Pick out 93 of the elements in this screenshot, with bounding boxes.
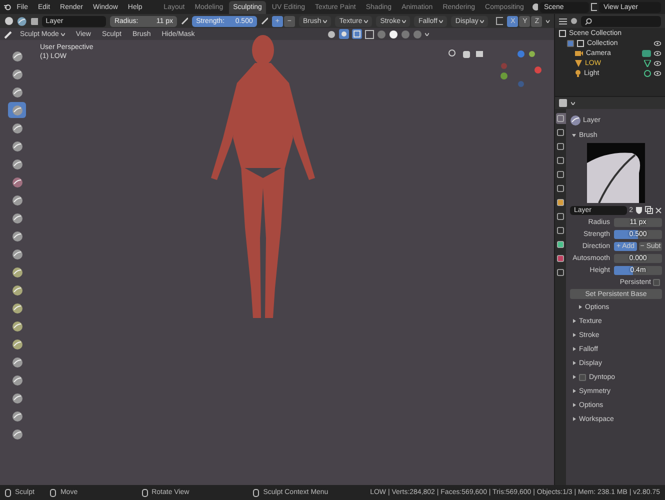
disclosure-triangle-icon [572, 389, 576, 393]
sculpt-tool-button[interactable] [8, 102, 26, 118]
caret-icon [364, 20, 368, 22]
brush-sphere-icon [12, 122, 22, 134]
disclosure-triangle-icon [572, 133, 576, 137]
disclosure-triangle-icon [572, 403, 576, 407]
brush-sphere-icon [12, 140, 22, 152]
properties-tab[interactable] [556, 127, 566, 138]
brush-sphere-icon [12, 356, 22, 368]
caret-icon [323, 20, 328, 22]
shading-mode-icon[interactable] [389, 30, 398, 38]
brush-sphere-icon [12, 266, 22, 278]
brush-sphere-icon [570, 114, 581, 126]
brush-sphere-icon [12, 50, 22, 62]
brush-sphere-icon [12, 338, 22, 350]
caret-icon [571, 102, 575, 104]
search-field[interactable] [581, 16, 661, 26]
close-icon[interactable] [655, 206, 662, 214]
brush-sphere-icon [12, 86, 22, 98]
eye-icon[interactable] [654, 60, 661, 66]
light-data-icon [644, 70, 651, 76]
properties-tab[interactable] [556, 183, 566, 194]
mouse-icon [5, 488, 11, 496]
eye-icon[interactable] [654, 70, 661, 76]
disclosure-triangle-icon [572, 417, 576, 421]
scene-icon[interactable] [532, 3, 538, 11]
xray-icon[interactable] [352, 29, 362, 39]
search-icon [585, 18, 592, 24]
caret-icon [402, 20, 406, 22]
properties-tab[interactable] [556, 253, 566, 264]
properties-tab[interactable] [556, 141, 566, 152]
brush-sphere-icon [12, 68, 22, 80]
properties-tab[interactable] [556, 267, 566, 278]
brush-sphere-icon [12, 410, 22, 422]
navigation-gizmo-drawing[interactable] [498, 48, 544, 88]
mesh-data-icon [644, 60, 651, 66]
duplicate-icon[interactable] [645, 206, 653, 214]
pen-pressure-icon[interactable] [181, 17, 188, 25]
properties-tab[interactable] [556, 239, 566, 250]
shield-icon[interactable] [635, 206, 643, 214]
pen-pressure-icon[interactable] [260, 17, 268, 25]
brush-sphere-icon [12, 392, 22, 404]
xray-toggle-icon[interactable] [365, 30, 374, 38]
checkbox[interactable] [567, 40, 574, 46]
caret-icon [546, 20, 550, 22]
mouse-icon [253, 488, 260, 496]
disclosure-triangle-icon [572, 319, 576, 323]
caret-icon [60, 32, 65, 36]
caret-icon [425, 32, 429, 36]
brush-sphere-icon [12, 302, 22, 314]
eye-icon[interactable] [654, 50, 661, 56]
disclosure-triangle-icon [572, 361, 576, 365]
mouse-icon [142, 488, 148, 496]
brush-sphere-icon [12, 284, 22, 296]
brush-sphere-icon [12, 320, 22, 332]
brush-sphere-icon [12, 428, 22, 440]
properties-tab[interactable] [556, 225, 566, 236]
mouse-icon [50, 488, 56, 496]
caret-icon [439, 20, 444, 22]
eye-icon[interactable] [654, 40, 661, 46]
mirror-icon[interactable] [496, 17, 504, 25]
disclosure-triangle-icon [572, 375, 576, 379]
camera-icon [575, 50, 583, 56]
scene-collection-icon [559, 30, 566, 36]
triangle-mesh-icon [575, 60, 582, 66]
brush-sphere-icon [12, 104, 22, 116]
checkbox[interactable] [653, 278, 660, 286]
disclosure-triangle-icon [578, 305, 582, 309]
brush-sphere-icon [12, 158, 22, 170]
brush-tool-icon[interactable] [4, 16, 13, 26]
properties-tab[interactable] [556, 155, 566, 166]
brush-sphere-icon [16, 16, 27, 26]
brush-sphere-icon [12, 176, 22, 188]
collection-icon [577, 40, 584, 46]
brush-preview-drawing[interactable] [587, 143, 645, 203]
list-icon[interactable] [559, 18, 567, 24]
brush-mode-icon[interactable] [4, 30, 13, 38]
properties-tab[interactable] [556, 197, 566, 208]
light-bulb-icon [575, 70, 581, 76]
brush-sphere-icon [12, 212, 22, 224]
properties-tab[interactable] [556, 113, 566, 124]
caret-icon [480, 20, 484, 22]
brush-sphere-icon [12, 230, 22, 242]
disclosure-triangle-icon [572, 347, 576, 351]
disclosure-triangle-icon [572, 333, 576, 337]
properties-tab[interactable] [556, 169, 566, 180]
brush-sphere-icon [12, 374, 22, 386]
brush-sphere-icon [12, 248, 22, 260]
brush-sphere-icon [12, 194, 22, 206]
properties-tab[interactable] [556, 211, 566, 222]
overlay-icon[interactable] [339, 29, 349, 39]
camera-data-icon [642, 50, 651, 56]
checkbox[interactable] [579, 374, 586, 380]
